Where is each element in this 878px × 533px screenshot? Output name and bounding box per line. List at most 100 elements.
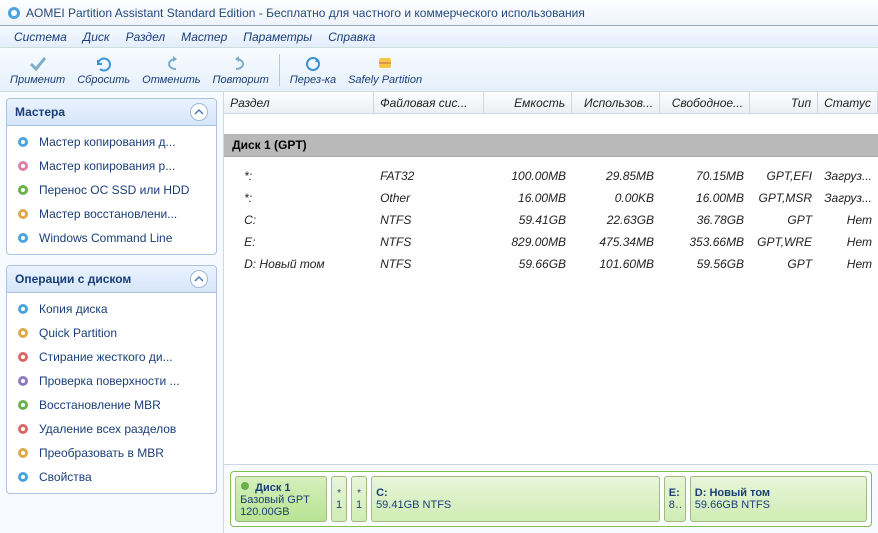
menu-wizard[interactable]: Мастер xyxy=(173,28,235,46)
panel-diskops-header[interactable]: Операции с диском xyxy=(7,266,216,293)
cell-free: 70.15MB xyxy=(660,169,750,183)
col-capacity[interactable]: Емкость xyxy=(484,92,572,113)
cell-used: 0.00KB xyxy=(572,191,660,205)
diskop-icon xyxy=(15,397,33,413)
partition-row[interactable]: D: Новый томNTFS59.66GB101.60MB59.56GBGP… xyxy=(238,253,878,275)
diskmap-block-e[interactable]: E:8.. xyxy=(664,476,686,522)
menu-disk[interactable]: Диск xyxy=(75,28,118,46)
partition-row[interactable]: *:FAT32100.00MB29.85MB70.15MBGPT,EFIЗагр… xyxy=(238,165,878,187)
diskop-label: Восстановление MBR xyxy=(39,398,161,412)
diskop-item[interactable]: Удаление всех разделов xyxy=(9,417,214,441)
col-status[interactable]: Статус xyxy=(818,92,878,113)
diskop-icon xyxy=(15,301,33,317)
wizard-item[interactable]: Перенос OC SSD или HDD xyxy=(9,178,214,202)
diskop-icon xyxy=(15,349,33,365)
partition-row[interactable]: E:NTFS829.00MB475.34MB353.66MBGPT,WREНет xyxy=(238,231,878,253)
toolbar: Применит Сбросить Отменить Повторит Пере… xyxy=(0,48,878,92)
grid-header: Раздел Файловая сис... Емкость Использов… xyxy=(224,92,878,114)
wizard-label: Перенос OC SSD или HDD xyxy=(39,183,189,197)
menu-help[interactable]: Справка xyxy=(320,28,383,46)
diskop-icon xyxy=(15,373,33,389)
diskop-item[interactable]: Стирание жесткого ди... xyxy=(9,345,214,369)
col-used[interactable]: Использов... xyxy=(572,92,660,113)
diskop-icon xyxy=(15,421,33,437)
cell-used: 22.63GB xyxy=(572,213,660,227)
titlebar: AOMEI Partition Assistant Standard Editi… xyxy=(0,0,878,26)
panel-wizards: Мастера Мастер копирования д... Мастер ко… xyxy=(6,98,217,255)
cell-used: 29.85MB xyxy=(572,169,660,183)
tool-safely[interactable]: Safely Partition xyxy=(342,54,428,86)
tool-discard[interactable]: Сбросить xyxy=(71,54,136,86)
content: Раздел Файловая сис... Емкость Использов… xyxy=(224,92,878,533)
wizard-item[interactable]: Windows Command Line xyxy=(9,226,214,250)
cell-status: Загруз... xyxy=(818,191,878,205)
diskop-icon xyxy=(15,325,33,341)
diskop-item[interactable]: Свойства xyxy=(9,465,214,489)
panel-diskops: Операции с диском Копия диска Quick Parti… xyxy=(6,265,217,494)
panel-wizards-header[interactable]: Мастера xyxy=(7,99,216,126)
cell-type: GPT,MSR xyxy=(750,191,818,205)
redo-icon xyxy=(230,54,252,74)
wizard-icon xyxy=(15,206,33,222)
tool-undo[interactable]: Отменить xyxy=(136,54,206,86)
cell-status: Нет xyxy=(818,257,878,271)
chevron-up-icon[interactable] xyxy=(190,103,208,121)
cell-fs: NTFS xyxy=(374,257,484,271)
menubar: Система Диск Раздел Мастер Параметры Спр… xyxy=(0,26,878,48)
cell-free: 59.56GB xyxy=(660,257,750,271)
cell-status: Нет xyxy=(818,235,878,249)
diskop-item[interactable]: Преобразовать в MBR xyxy=(9,441,214,465)
diskop-icon xyxy=(15,469,33,485)
diskop-item[interactable]: Копия диска xyxy=(9,297,214,321)
diskop-label: Удаление всех разделов xyxy=(39,422,176,436)
diskop-item[interactable]: Восстановление MBR xyxy=(9,393,214,417)
diskop-item[interactable]: Quick Partition xyxy=(9,321,214,345)
wizard-label: Мастер копирования р... xyxy=(39,159,175,173)
reload-icon xyxy=(302,54,324,74)
cell-status: Загруз... xyxy=(818,169,878,183)
cell-type: GPT xyxy=(750,213,818,227)
cell-fs: NTFS xyxy=(374,235,484,249)
menu-system[interactable]: Система xyxy=(6,28,75,46)
cell-name: C: xyxy=(238,213,374,227)
cell-type: GPT xyxy=(750,257,818,271)
tool-redo[interactable]: Повторит xyxy=(207,54,275,86)
col-type[interactable]: Тип xyxy=(750,92,818,113)
tool-reload[interactable]: Перез-ка xyxy=(284,54,342,86)
diskmap-block-efi[interactable]: *1 xyxy=(331,476,347,522)
wizard-item[interactable]: Мастер копирования р... xyxy=(9,154,214,178)
check-icon xyxy=(27,54,49,74)
wizard-icon xyxy=(15,158,33,174)
partition-row[interactable]: C:NTFS59.41GB22.63GB36.78GBGPTНет xyxy=(238,209,878,231)
cell-name: *: xyxy=(238,169,374,183)
cell-fs: NTFS xyxy=(374,213,484,227)
cell-free: 36.78GB xyxy=(660,213,750,227)
tool-apply[interactable]: Применит xyxy=(4,54,71,86)
chevron-up-icon[interactable] xyxy=(190,270,208,288)
diskop-item[interactable]: Проверка поверхности ... xyxy=(9,369,214,393)
diskmap-block-d[interactable]: D: Новый том59.66GB NTFS xyxy=(690,476,867,522)
disk-group-header[interactable]: Диск 1 (GPT) xyxy=(224,134,878,157)
cell-cap: 829.00MB xyxy=(484,235,572,249)
diskmap: Диск 1 Базовый GPT 120.00GB *1 *1 C:59.4… xyxy=(230,471,872,527)
partition-row[interactable]: *:Other16.00MB0.00KB16.00MBGPT,MSRЗагруз… xyxy=(238,187,878,209)
cell-cap: 16.00MB xyxy=(484,191,572,205)
cell-type: GPT,WRE xyxy=(750,235,818,249)
menu-options[interactable]: Параметры xyxy=(235,28,320,46)
cell-free: 16.00MB xyxy=(660,191,750,205)
diskmap-disk[interactable]: Диск 1 Базовый GPT 120.00GB xyxy=(235,476,327,522)
col-fs[interactable]: Файловая сис... xyxy=(374,92,484,113)
wizard-item[interactable]: Мастер копирования д... xyxy=(9,130,214,154)
shield-icon xyxy=(374,54,396,74)
diskmap-block-c[interactable]: C:59.41GB NTFS xyxy=(371,476,660,522)
wizard-label: Мастер копирования д... xyxy=(39,135,176,149)
diskmap-block-msr[interactable]: *1 xyxy=(351,476,367,522)
app-icon xyxy=(6,5,22,21)
diskop-label: Quick Partition xyxy=(39,326,117,340)
col-partition[interactable]: Раздел xyxy=(224,92,374,113)
refresh-icon xyxy=(93,54,115,74)
menu-partition[interactable]: Раздел xyxy=(118,28,174,46)
sidebar: Мастера Мастер копирования д... Мастер ко… xyxy=(0,92,224,533)
col-free[interactable]: Свободное... xyxy=(660,92,750,113)
wizard-item[interactable]: Мастер восстановлени... xyxy=(9,202,214,226)
